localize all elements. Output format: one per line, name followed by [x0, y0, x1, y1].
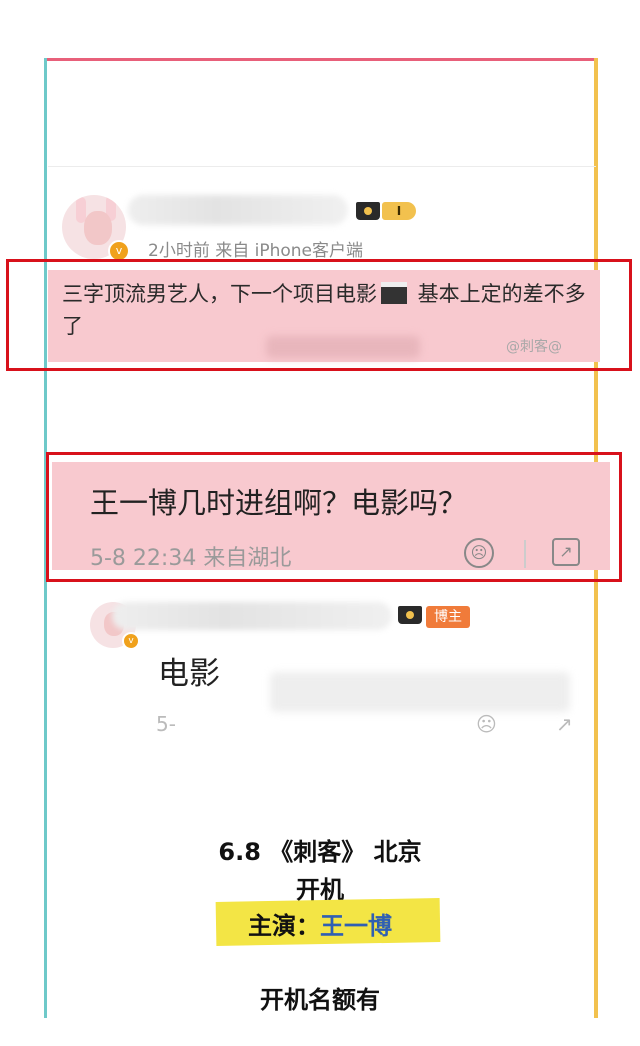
blurred-username[interactable] [112, 602, 392, 630]
info-line-1: 6.8 《刺客》 北京 [218, 838, 422, 866]
frown-icon[interactable]: ☹ [476, 712, 497, 736]
red-annotation-box [46, 452, 622, 582]
blurred-username[interactable] [128, 195, 348, 225]
crown-icon [398, 606, 422, 624]
info-line-4: 开机名额有 [260, 986, 380, 1014]
frame-top-line [46, 58, 598, 61]
blogger-badge: 博主 [426, 606, 470, 628]
level-badge: I [382, 202, 416, 220]
post-meta: 2小时前 来自 iPhone客户端 [148, 241, 364, 261]
red-annotation-box [6, 259, 632, 371]
divider [48, 166, 596, 167]
reply-text: 电影 [158, 656, 220, 692]
crown-icon [356, 202, 380, 220]
cast-label: 主演： [248, 912, 320, 940]
info-line-3: 主演：王一博 [0, 906, 640, 941]
cast-name: 王一博 [320, 912, 392, 940]
avatar-face [84, 211, 112, 245]
faded-meta: 5- [156, 712, 176, 736]
blurred-text [270, 672, 570, 712]
verified-icon: v [122, 632, 140, 650]
share-icon[interactable]: ↗ [556, 712, 573, 736]
